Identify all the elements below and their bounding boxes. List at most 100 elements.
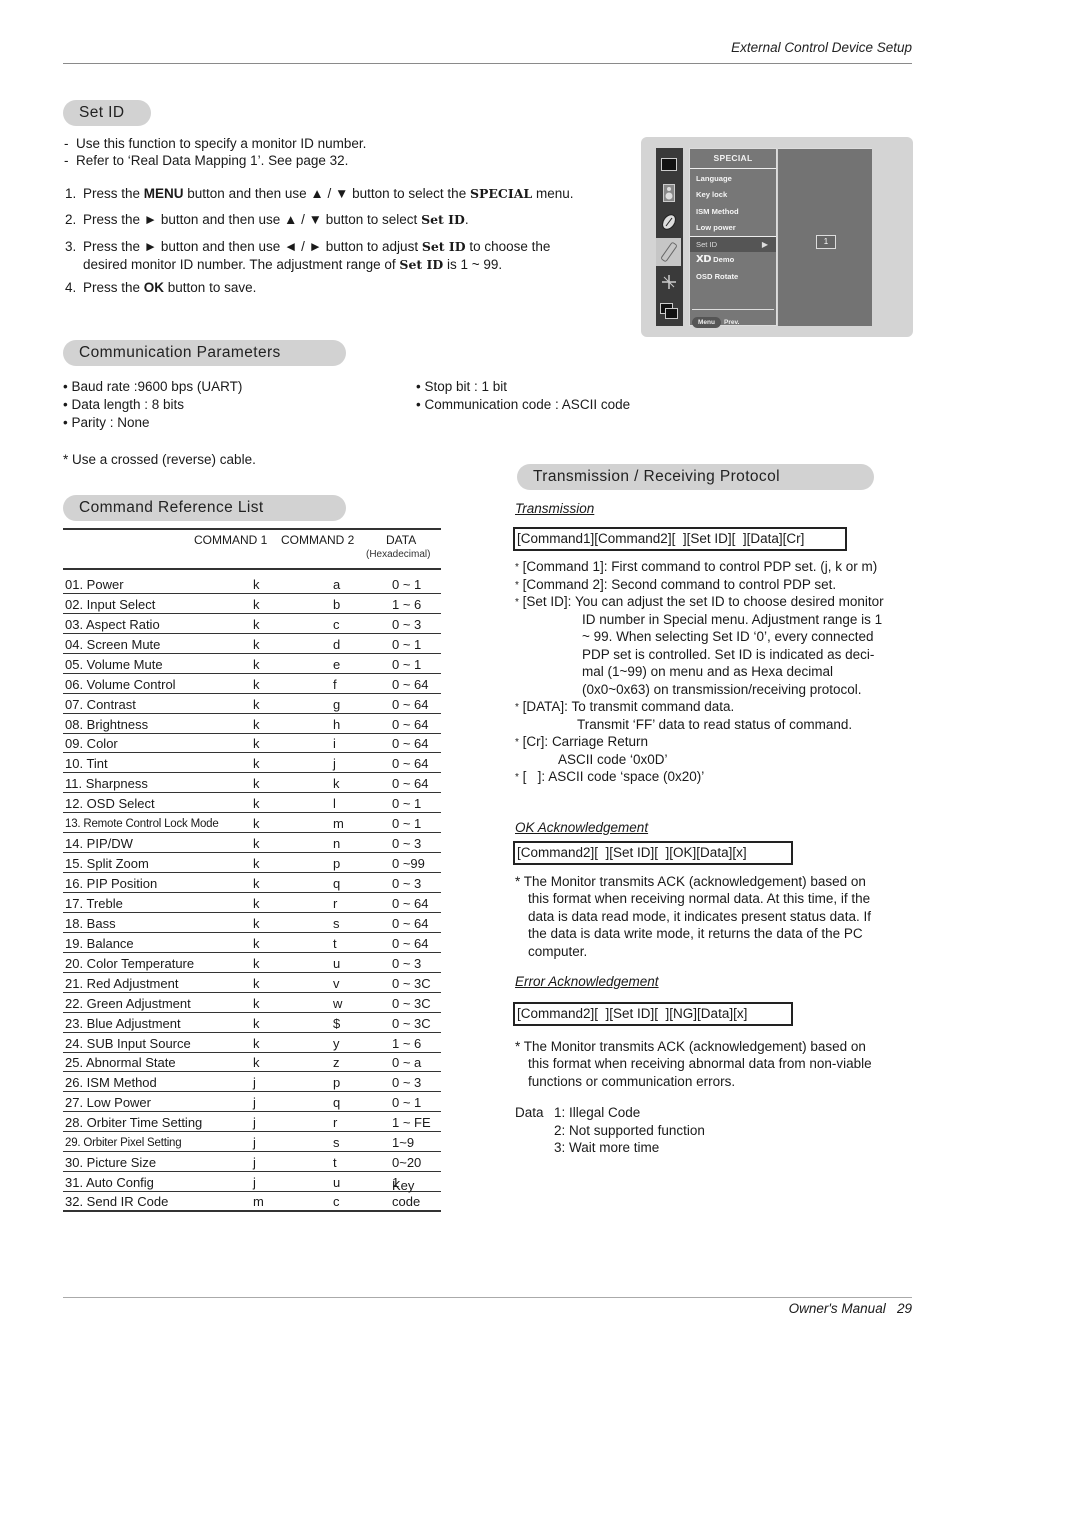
step-text: Press the (83, 212, 144, 227)
note-command-2: * [Command 2]: Second command to control… (515, 576, 836, 595)
command-1-value: j (253, 1155, 256, 1171)
table-header-rule (63, 568, 441, 570)
command-2-value: e (333, 656, 341, 672)
note-text: To transmit command data. (571, 699, 735, 714)
command-1-value: k (253, 616, 260, 632)
ok-ack-label: OK Acknowledgement (515, 820, 649, 835)
osd-item-set-id[interactable]: Set ID ▶ (690, 236, 776, 253)
note-text: You can adjust the set ID to choose desi… (574, 594, 884, 609)
data-range: 0 ~ 64 (392, 895, 429, 911)
comm-param-data-length: • Data length : 8 bits (63, 397, 185, 412)
command-name: 21. Red Adjustment (65, 975, 179, 991)
table-row: 21. Red Adjustment k v 0 ~ 3C (63, 973, 441, 993)
step-number: 3. (65, 239, 77, 254)
col-data: DATA (386, 533, 417, 547)
data-range: 0~20 (392, 1155, 422, 1171)
pip-icon (656, 297, 681, 325)
osd-item-language[interactable]: Language (690, 171, 776, 187)
data-range: 0 ~ 3 (392, 616, 422, 632)
asterisk-icon: * (515, 562, 519, 573)
osd-item-key-lock[interactable]: Key lock (690, 187, 776, 203)
table-row: 26. ISM Method j p 0 ~ 3 (63, 1072, 441, 1093)
asterisk-icon: * (515, 702, 519, 713)
ok-ack-format-box: [Command2][ ][Set ID][ ][OK][Data][x] (513, 841, 793, 865)
step-text: button to adjust (322, 239, 422, 254)
table-row: 27. Low Power j q 0 ~ 1 (63, 1092, 441, 1113)
error-code-3: 3: Wait more time (554, 1140, 660, 1155)
osd-item-low-power[interactable]: Low power (690, 220, 776, 236)
note-key: [Cr]: (522, 734, 549, 749)
command-1-value: k (253, 935, 260, 951)
note-text: Refer to ‘Real Data Mapping 1’. See page… (76, 153, 349, 168)
command-name: 10. Tint (65, 756, 108, 772)
osd-item-osd-rotate[interactable]: OSD Rotate (690, 269, 776, 285)
command-2-value: l (333, 796, 336, 812)
ok-ack-note-cont: the data is data write mode, it returns … (528, 926, 863, 941)
osd-item-ism-method[interactable]: ISM Method (690, 204, 776, 220)
osd-menu-panel: SPECIAL Language Key lock ISM Method Low… (689, 148, 777, 328)
ok-key: OK (143, 280, 165, 295)
command-name: 18. Bass (65, 915, 116, 931)
command-name: 28. Orbiter Time Setting (65, 1115, 203, 1131)
command-2-value: a (333, 576, 341, 592)
error-ack-format-box: [Command2][ ][Set ID][ ][NG][Data][x] (513, 1002, 793, 1026)
screen-icon (656, 268, 681, 296)
data-range: 1 ~ 6 (392, 596, 422, 612)
ok-ack-note-cont: this format when receiving normal data. … (528, 891, 871, 906)
asterisk-icon: * (515, 737, 519, 748)
command-name: 08. Brightness (65, 716, 149, 732)
osd-item-xd-demo[interactable]: XD Demo (690, 252, 776, 268)
note-command-1: * [Command 1]: First command to control … (515, 558, 877, 577)
table-row: 19. Balance k t 0 ~ 64 (63, 933, 441, 953)
set-id-label: Set ID (421, 239, 466, 254)
data-range: 1 ~ 6 (392, 1035, 422, 1051)
page-number: 29 (896, 1301, 912, 1316)
data-range: 0 ~ 3 (392, 836, 422, 852)
command-1-value: k (253, 995, 260, 1011)
note-set-id-cont: mal (1~99) on menu and as Hexa decimal (582, 664, 834, 679)
command-name: 16. PIP Position (65, 876, 158, 891)
col-data-subheader: (Hexadecimal) (366, 549, 431, 560)
data-range: 0 ~ 1 (392, 576, 422, 592)
note-set-id-cont: ID number in Special menu. Adjustment ra… (582, 612, 883, 627)
command-1-value: k (253, 656, 260, 672)
set-id-label: Set ID (421, 212, 465, 227)
command-2-value: m (333, 816, 344, 832)
param-text: Data length : 8 bits (71, 397, 185, 412)
command-1-value: k (253, 596, 260, 612)
table-row: 29. Orbiter Pixel Setting j s 1~9 (63, 1132, 441, 1153)
step-text: button to select the (348, 186, 470, 201)
up-down-arrow-icon: ▲ / ▼ (310, 186, 349, 201)
note-set-id-cont: (0x0~0x63) on transmission/receiving pro… (582, 682, 862, 697)
note-text: Use this function to specify a monitor I… (76, 136, 367, 151)
step-text: Press the (83, 186, 144, 201)
table-row: 12. OSD Select k l 0 ~ 1 (63, 793, 441, 814)
command-name: 25. Abnormal State (65, 1055, 176, 1071)
data-range: 0 ~ 3C (392, 975, 431, 991)
right-arrow-icon: ► (143, 212, 158, 227)
note-key: [ ]: (522, 769, 546, 784)
command-1-value: k (253, 1015, 260, 1031)
table-row: 17. Treble k r 0 ~ 64 (63, 893, 441, 913)
step-3-continued: desired monitor ID number. The adjustmen… (83, 256, 502, 274)
osd-set-id-value[interactable]: 1 (816, 235, 836, 249)
set-id-heading: Set ID (63, 100, 151, 126)
data-range: Key code (392, 1178, 421, 1209)
step-text: button and then use (157, 212, 285, 227)
data-range: 1 ~ FE (392, 1115, 431, 1131)
table-row: 31. Auto Config j u 1 (63, 1172, 441, 1193)
command-2-value: y (333, 1035, 340, 1051)
table-row: 32. Send IR Code m c Key code (63, 1178, 441, 1212)
command-1-value: k (253, 955, 260, 971)
note-set-id-cont: ~ 99. When selecting Set ID ‘0’, every c… (582, 629, 874, 644)
step-text: to choose the (465, 239, 551, 254)
osd-menu-button[interactable]: Menu (692, 317, 721, 328)
note-data: * [DATA]: To transmit command data. (515, 698, 734, 717)
param-text: Communication code : ASCII code (424, 397, 631, 412)
command-2-value: u (333, 1175, 341, 1191)
data-range: 0 ~ 1 (392, 656, 422, 672)
command-2-value: n (333, 836, 341, 852)
step-text: button to select (322, 212, 422, 227)
error-ack-label: Error Acknowledgement (515, 974, 659, 989)
table-row: 25. Abnormal State k z 0 ~ a (63, 1053, 441, 1073)
